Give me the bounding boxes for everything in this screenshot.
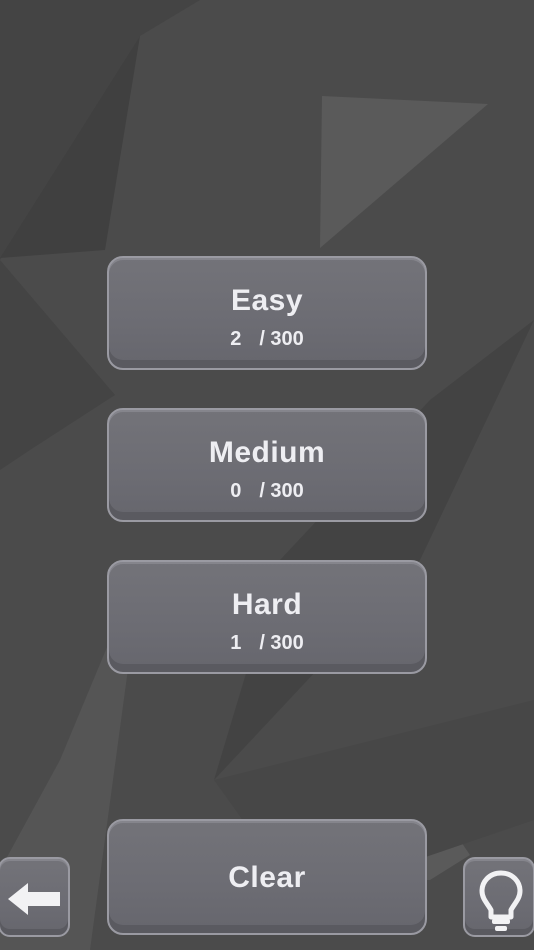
bg-shape-dark-band [214,320,534,780]
bg-shape-light-triangle [320,96,488,248]
hard-progress: 1 / 300 [109,632,425,655]
clear-label: Clear [228,861,306,894]
easy-progress: 2 / 300 [109,328,425,351]
easy-solved-count: 2 [230,328,242,350]
easy-title: Easy [230,284,304,317]
medium-title: Medium [208,436,326,469]
hard-total-count: / 300 [259,632,304,654]
hint-button[interactable] [463,857,534,937]
level-select-screen: Easy 2 / 300 Medium 0 / 300 Hard 1 / 300 Cl… [0,0,534,950]
easy-level-button[interactable]: Easy 2 / 300 [107,256,427,370]
medium-progress: 0 / 300 [109,480,425,503]
hard-title: Hard [231,588,303,621]
clear-button[interactable]: Clear [107,819,427,935]
medium-total-count: / 300 [259,480,304,502]
easy-total-count: / 300 [259,328,304,350]
hard-level-button[interactable]: Hard 1 / 300 [107,560,427,674]
medium-solved-count: 0 [230,480,242,502]
lightbulb-icon [479,870,523,931]
back-button[interactable] [0,857,70,937]
hard-solved-count: 1 [230,632,242,654]
arrow-left-icon [8,883,60,915]
medium-level-button[interactable]: Medium 0 / 300 [107,408,427,522]
